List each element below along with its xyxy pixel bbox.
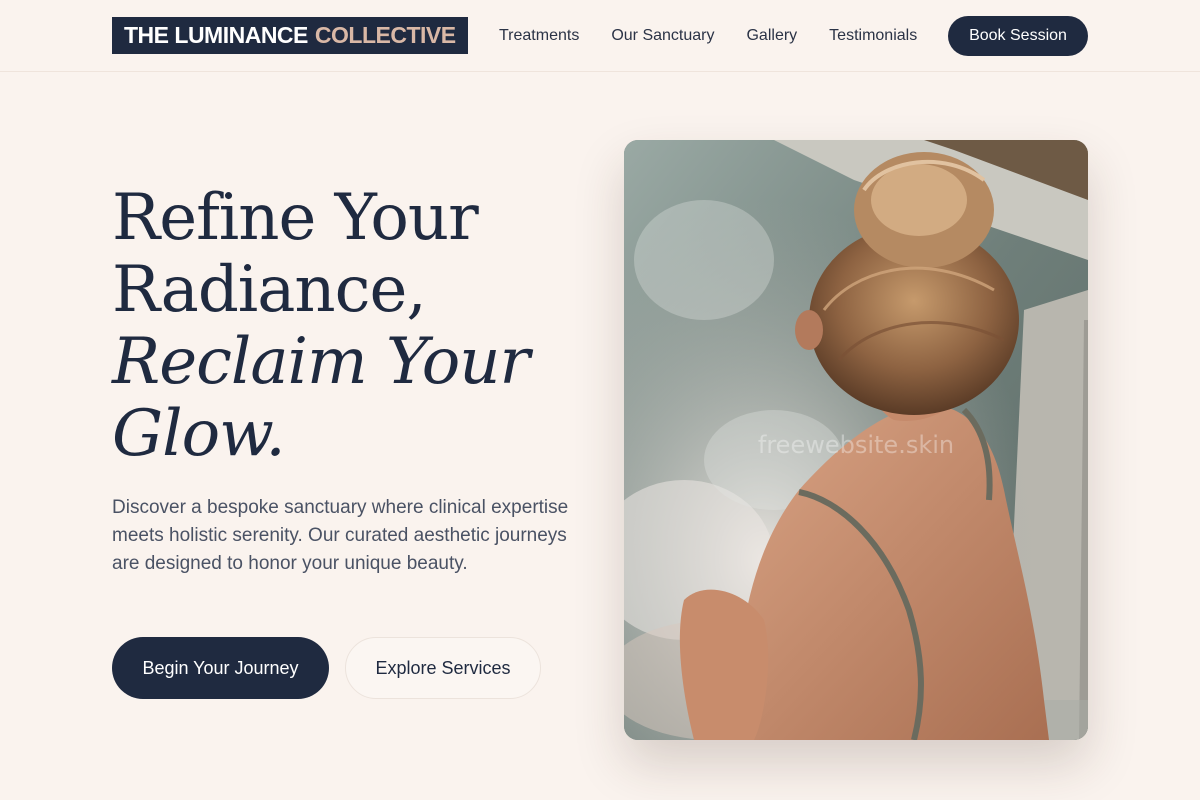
nav-link-testimonials[interactable]: Testimonials [829, 27, 917, 45]
hero-title-line-4: Glow. [112, 397, 286, 471]
nav-link-gallery[interactable]: Gallery [746, 27, 797, 45]
begin-journey-button[interactable]: Begin Your Journey [112, 637, 329, 699]
site-header: THE LUMINANCE COLLECTIVE Treatments Our … [0, 0, 1200, 72]
hero-title: Refine Your Radiance, Reclaim Your Glow. [112, 182, 602, 470]
image-watermark: freewebsite.skin [757, 431, 955, 459]
nav-link-our-sanctuary[interactable]: Our Sanctuary [611, 27, 714, 45]
hero-description: Discover a bespoke sanctuary where clini… [112, 497, 569, 574]
hero-title-line-1: Refine Your [112, 181, 479, 255]
nav-link-treatments[interactable]: Treatments [499, 27, 579, 45]
book-session-button[interactable]: Book Session [948, 16, 1088, 56]
logo-primary-text: THE LUMINANCE [124, 22, 308, 48]
main-nav: Treatments Our Sanctuary Gallery Testimo… [499, 25, 917, 47]
hero-spa-image: freewebsite.skin [624, 140, 1088, 740]
hero-title-line-2: Radiance, [112, 253, 427, 327]
hero-title-line-3: Reclaim Your [112, 325, 530, 399]
explore-services-button[interactable]: Explore Services [345, 637, 541, 699]
logo-accent-text: COLLECTIVE [314, 22, 456, 48]
site-logo[interactable]: THE LUMINANCE COLLECTIVE [112, 17, 468, 54]
